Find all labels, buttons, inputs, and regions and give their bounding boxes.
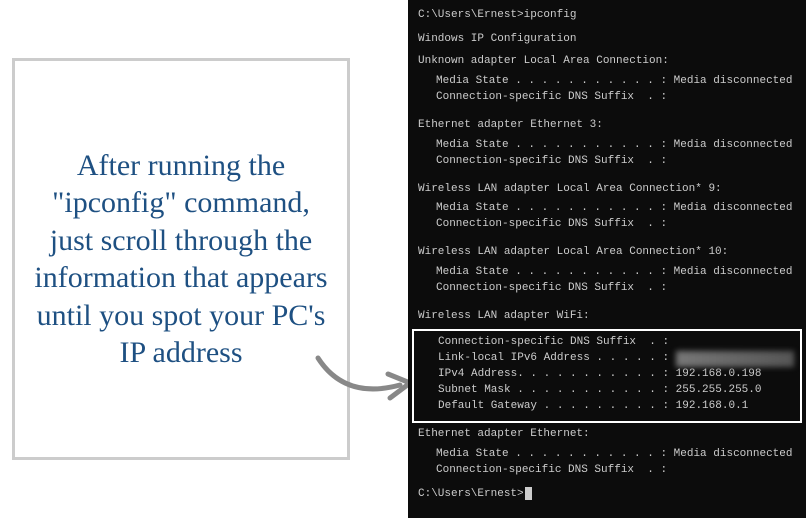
row-sep: : — [654, 281, 667, 297]
adapter-row: Media State . . . . . . . . . . . : Medi… — [418, 265, 796, 281]
prompt-path: C:\Users\Ernest> — [418, 487, 524, 503]
row-label: Default Gateway . . . . . . . . . — [438, 399, 656, 415]
adapter-row: Media State . . . . . . . . . . . : Medi… — [418, 201, 796, 217]
row-label: Media State . . . . . . . . . . . — [436, 265, 654, 281]
prompt-line-2[interactable]: C:\Users\Ernest> — [418, 487, 796, 503]
row-label: Media State . . . . . . . . . . . — [436, 201, 654, 217]
row-sep: : — [654, 447, 674, 463]
row-sep: : — [654, 265, 674, 281]
subnet-value: 255.255.255.0 — [676, 383, 762, 399]
row-label: Link-local IPv6 Address . . . . . — [438, 351, 656, 367]
adapter-row: Media State . . . . . . . . . . . : Medi… — [418, 138, 796, 154]
adapter-title: Unknown adapter Local Area Connection: — [418, 54, 796, 70]
adapter-title: Wireless LAN adapter Local Area Connecti… — [418, 245, 796, 261]
adapter-row: Connection-specific DNS Suffix . : — [418, 154, 796, 170]
row-label: Connection-specific DNS Suffix . — [436, 154, 654, 170]
highlight-box: Connection-specific DNS Suffix . : Link-… — [412, 329, 802, 423]
row-value: Media disconnected — [674, 74, 793, 90]
row-sep: : — [654, 217, 667, 233]
ipv4-value: 192.168.0.198 — [676, 367, 762, 383]
row-sep: : — [656, 335, 669, 351]
wifi-adapter-title: Wireless LAN adapter WiFi: — [418, 309, 796, 325]
adapter-row: Connection-specific DNS Suffix . : — [418, 463, 796, 479]
row-sep: : — [654, 90, 667, 106]
ipconfig-header: Windows IP Configuration — [418, 32, 796, 48]
row-label: Subnet Mask . . . . . . . . . . . — [438, 383, 656, 399]
row-sep: : — [656, 383, 676, 399]
wifi-row: Link-local IPv6 Address . . . . . : — [420, 351, 794, 367]
adapter-row: Connection-specific DNS Suffix . : — [418, 281, 796, 297]
row-value: Media disconnected — [674, 138, 793, 154]
blank-line — [418, 24, 796, 32]
row-label: Media State . . . . . . . . . . . — [436, 138, 654, 154]
row-label: IPv4 Address. . . . . . . . . . . — [438, 367, 656, 383]
adapter-title: Wireless LAN adapter Local Area Connecti… — [418, 182, 796, 198]
ethernet-adapter-title: Ethernet adapter Ethernet: — [418, 427, 796, 443]
row-sep: : — [654, 138, 674, 154]
callout-text: After running the "ipconfig" command, ju… — [33, 147, 329, 372]
row-sep: : — [654, 463, 667, 479]
row-label: Connection-specific DNS Suffix . — [436, 463, 654, 479]
row-sep: : — [654, 201, 674, 217]
row-label: Connection-specific DNS Suffix . — [438, 335, 656, 351]
row-label: Media State . . . . . . . . . . . — [436, 447, 654, 463]
row-label: Connection-specific DNS Suffix . — [436, 217, 654, 233]
row-label: Connection-specific DNS Suffix . — [436, 90, 654, 106]
prompt-command: ipconfig — [524, 8, 577, 24]
row-sep: : — [654, 154, 667, 170]
prompt-path: C:\Users\Ernest> — [418, 8, 524, 24]
wifi-row: Connection-specific DNS Suffix . : — [420, 335, 794, 351]
wifi-row-ipv4: IPv4 Address. . . . . . . . . . . : 192.… — [420, 367, 794, 383]
arrow-icon — [310, 350, 420, 410]
cursor-icon — [525, 487, 532, 500]
row-sep: : — [654, 74, 674, 90]
row-value: Media disconnected — [674, 447, 793, 463]
adapter-row: Media State . . . . . . . . . . . : Medi… — [418, 447, 796, 463]
adapter-title: Ethernet adapter Ethernet 3: — [418, 118, 796, 134]
callout-box: After running the "ipconfig" command, ju… — [12, 58, 350, 460]
terminal-window[interactable]: C:\Users\Ernest> ipconfig Windows IP Con… — [408, 0, 806, 518]
adapter-row: Connection-specific DNS Suffix . : — [418, 217, 796, 233]
adapter-row: Media State . . . . . . . . . . . : Medi… — [418, 74, 796, 90]
prompt-line-1: C:\Users\Ernest> ipconfig — [418, 8, 796, 24]
row-value: Media disconnected — [674, 201, 793, 217]
blank-line — [418, 479, 796, 487]
row-sep: : — [656, 399, 676, 415]
adapter-row: Connection-specific DNS Suffix . : — [418, 90, 796, 106]
row-label: Media State . . . . . . . . . . . — [436, 74, 654, 90]
ipv6-redacted — [676, 351, 794, 367]
wifi-row-subnet: Subnet Mask . . . . . . . . . . . : 255.… — [420, 383, 794, 399]
row-label: Connection-specific DNS Suffix . — [436, 281, 654, 297]
row-sep: : — [656, 351, 676, 367]
row-sep: : — [656, 367, 676, 383]
row-value: Media disconnected — [674, 265, 793, 281]
gateway-value: 192.168.0.1 — [676, 399, 749, 415]
wifi-row-gateway: Default Gateway . . . . . . . . . : 192.… — [420, 399, 794, 415]
